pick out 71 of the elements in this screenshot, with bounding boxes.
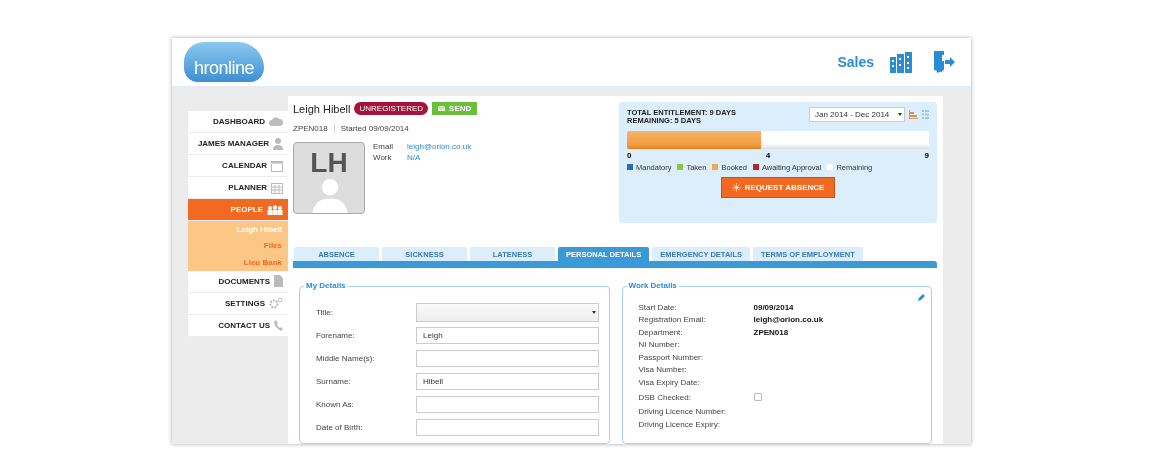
sidebar-item[interactable]: SETTINGS (188, 292, 288, 315)
field-label: DSB Checked: (638, 392, 692, 402)
bar-chart-icon[interactable] (909, 110, 918, 119)
sun-icon (731, 182, 741, 192)
field-label: Title: (316, 308, 335, 317)
field-value: ZPEN018 (753, 327, 790, 337)
field-label: Department: (638, 327, 684, 337)
checkbox[interactable] (753, 393, 762, 401)
input-field[interactable] (416, 419, 599, 436)
caret-icon (591, 311, 596, 314)
sidebar-item[interactable]: PEOPLE (188, 199, 288, 221)
field-label: Known As: (316, 400, 355, 409)
axis-tick: 9 (924, 150, 929, 160)
input-field[interactable]: Leigh (416, 327, 599, 344)
field-label: Passport Number: (638, 352, 704, 362)
gear-icon (269, 297, 283, 309)
field-label: Driving Licence Expiry: (638, 419, 721, 429)
sidebar-subitem[interactable]: Lieu Bank (188, 254, 288, 271)
field-label: Middle Name(s): (316, 354, 376, 363)
input-field[interactable]: Hibell (416, 373, 599, 390)
input-field[interactable] (416, 350, 599, 367)
sidebar-item[interactable]: CONTACT US (188, 314, 288, 337)
period-select[interactable]: Jan 2014 - Dec 2014 (809, 107, 905, 122)
person-icon (273, 137, 283, 150)
title-select[interactable] (416, 303, 599, 322)
list-icon[interactable] (922, 110, 929, 119)
field-value: 09/09/2014 (753, 302, 795, 312)
field-label: Date of Birth: (316, 423, 364, 432)
field-label: Registration Email: (638, 315, 707, 325)
field-label: NI Number: (638, 340, 681, 350)
employee-id: ZPEN018 (293, 124, 328, 133)
sidebar-item[interactable]: DOCUMENTS (188, 270, 288, 293)
field-value: leigh@orion.co.uk (753, 315, 825, 325)
contact-value[interactable]: N/A (407, 153, 472, 162)
calendar-icon (271, 159, 283, 172)
phone-icon (274, 319, 283, 331)
company-name: Sales (837, 54, 874, 70)
send-button[interactable]: SEND (432, 102, 478, 115)
cloud-icon (269, 117, 283, 126)
document-icon (274, 275, 283, 287)
avatar-initials: LH (310, 149, 348, 177)
sidebar-item[interactable]: JAMES MANAGER (188, 133, 288, 155)
buildings-icon[interactable] (890, 51, 912, 73)
sidebar-item[interactable]: PLANNER (188, 177, 288, 199)
contact-label: Work (373, 153, 393, 162)
field-label: Driving Licence Number: (638, 407, 728, 417)
field-label: Forename: (316, 331, 356, 340)
field-label: Surname: (316, 377, 352, 386)
input-field[interactable] (416, 396, 599, 413)
hronline-logo[interactable]: hronline (184, 42, 264, 82)
field-label: Visa Expiry Date: (638, 377, 701, 387)
contact-value[interactable]: leigh@orion.co.uk (407, 142, 472, 151)
axis-tick: 4 (765, 150, 771, 160)
employee-name: Leigh Hibell (293, 102, 351, 115)
start-date: Started 09/09/2014 (333, 124, 409, 133)
sidebar-item[interactable]: CALENDAR (188, 155, 288, 177)
planner-icon (271, 181, 283, 194)
caret-icon (898, 113, 902, 116)
status-badge: UNREGISTERED (354, 102, 429, 115)
logout-icon[interactable] (934, 51, 955, 73)
axis-tick: 0 (627, 150, 632, 160)
envelope-icon (438, 106, 446, 111)
section-title: Work Details (626, 281, 679, 290)
request-absence-button[interactable]: REQUEST ABSENCE (720, 176, 836, 198)
contact-label: Email (373, 142, 394, 151)
section-title: My Details (304, 281, 348, 290)
sidebar-item[interactable]: DASHBOARD (188, 111, 288, 133)
field-label: Visa Number: (638, 365, 688, 375)
pencil-icon[interactable] (918, 294, 925, 301)
field-label: Start Date: (638, 302, 678, 312)
people-icon (267, 204, 283, 215)
